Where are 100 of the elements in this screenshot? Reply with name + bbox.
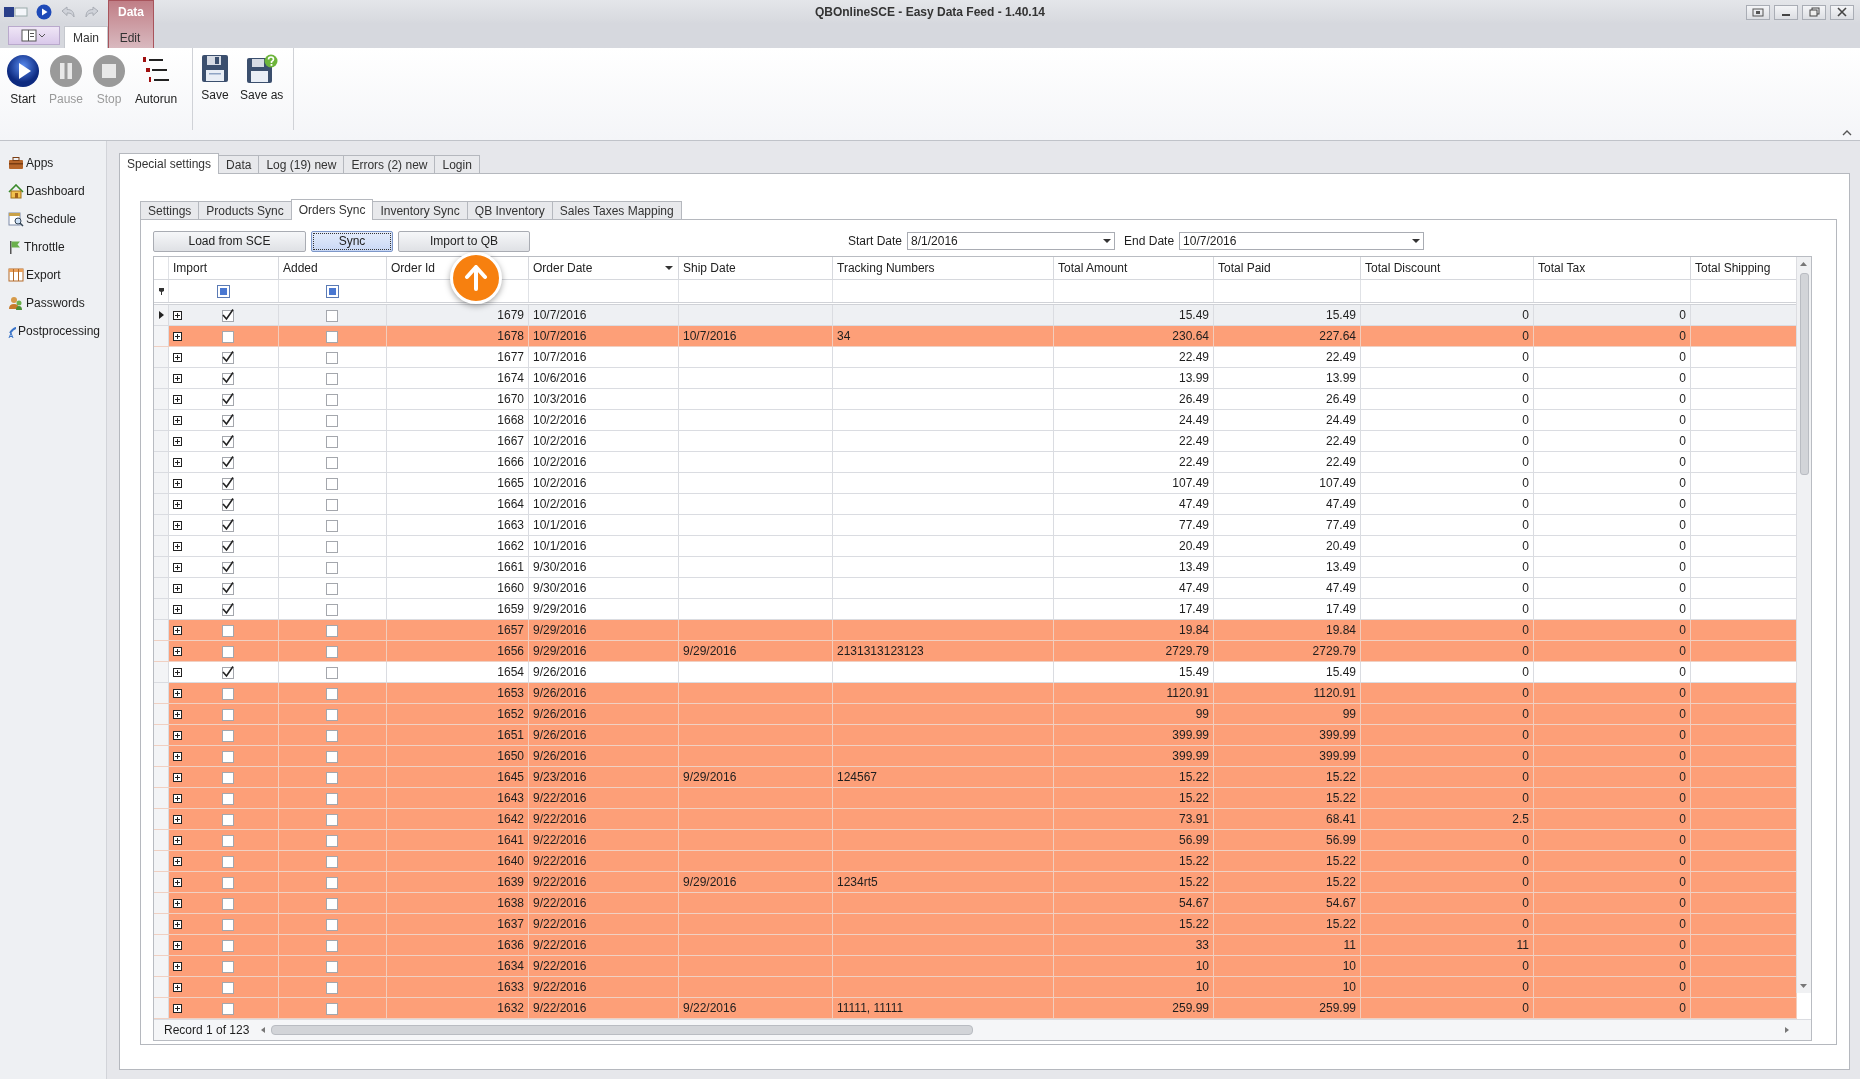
checkbox[interactable]	[325, 580, 340, 596]
expand-icon[interactable]	[173, 562, 182, 572]
checkbox[interactable]	[221, 622, 236, 638]
column-header[interactable]: Order Date	[529, 257, 679, 279]
tab[interactable]: Login	[434, 155, 480, 173]
expand-icon[interactable]	[173, 520, 182, 530]
expand-icon[interactable]	[173, 856, 182, 866]
column-header[interactable]: Total Paid	[1214, 257, 1361, 279]
collapse-ribbon-icon[interactable]	[1842, 129, 1852, 136]
table-row[interactable]: 1645 9/23/2016 9/29/2016 124567 15.22 15.22 0 0	[154, 767, 1797, 788]
checkbox[interactable]	[325, 664, 340, 680]
expand-icon[interactable]	[173, 436, 182, 446]
expand-icon[interactable]	[173, 415, 182, 425]
toolbar-button[interactable]: Sync	[311, 230, 393, 252]
checkbox[interactable]	[325, 832, 340, 848]
table-row[interactable]: 1665 10/2/2016 107.49 107.49 0 0	[154, 473, 1797, 494]
ribbon-button[interactable]: Start	[4, 52, 42, 130]
checkbox[interactable]	[221, 517, 236, 533]
tab[interactable]: QB Inventory	[466, 201, 553, 219]
checkbox[interactable]	[221, 412, 236, 428]
table-row[interactable]: 1660 9/30/2016 47.49 47.49 0 0	[154, 578, 1797, 599]
expand-icon[interactable]	[173, 1003, 182, 1013]
table-row[interactable]: 1633 9/22/2016 10 10 0 0	[154, 977, 1797, 998]
checkbox[interactable]	[221, 391, 236, 407]
checkbox[interactable]	[221, 1000, 236, 1016]
sidebar-item[interactable]: Schedule	[0, 205, 106, 233]
column-header[interactable]: Total Amount	[1054, 257, 1214, 279]
tab[interactable]: Log (19) new	[258, 155, 345, 173]
checkbox[interactable]	[325, 391, 340, 407]
checkbox[interactable]	[325, 706, 340, 722]
tab[interactable]: Errors (2) new	[343, 155, 436, 173]
checkbox[interactable]	[221, 790, 236, 806]
checkbox[interactable]	[325, 412, 340, 428]
table-row[interactable]: 1657 9/29/2016 19.84 19.84 0 0	[154, 620, 1797, 641]
checkbox[interactable]	[325, 349, 340, 365]
expand-icon[interactable]	[173, 772, 182, 782]
checkbox[interactable]	[325, 958, 340, 974]
checkbox[interactable]	[325, 727, 340, 743]
expand-icon[interactable]	[173, 457, 182, 467]
expand-icon[interactable]	[173, 646, 182, 656]
table-row[interactable]: 1652 9/26/2016 99 99 0 0	[154, 704, 1797, 725]
checkbox[interactable]	[325, 601, 340, 617]
expand-icon[interactable]	[173, 688, 182, 698]
table-row[interactable]: 1650 9/26/2016 399.99 399.99 0 0	[154, 746, 1797, 767]
redo-icon[interactable]	[84, 5, 100, 19]
checkbox[interactable]	[325, 853, 340, 869]
checkbox[interactable]	[221, 370, 236, 386]
play-icon[interactable]	[36, 4, 52, 20]
tab[interactable]: Settings	[140, 201, 200, 219]
expand-icon[interactable]	[173, 814, 182, 824]
scroll-up-icon[interactable]	[1797, 259, 1810, 269]
checkbox[interactable]	[325, 685, 340, 701]
checkbox[interactable]	[221, 538, 236, 554]
date-field[interactable]: 8/1/2016	[907, 232, 1116, 250]
expand-icon[interactable]	[173, 625, 182, 635]
ribbon-button[interactable]: Autorun	[133, 52, 180, 130]
screenshot-button[interactable]	[1746, 4, 1770, 20]
expand-icon[interactable]	[173, 352, 182, 362]
expand-icon[interactable]	[173, 940, 182, 950]
checkbox[interactable]	[325, 748, 340, 764]
scrollbar-thumb[interactable]	[1800, 273, 1809, 475]
checkbox[interactable]	[221, 979, 236, 995]
table-row[interactable]: 1670 10/3/2016 26.49 26.49 0 0	[154, 389, 1797, 410]
tab[interactable]: Products Sync	[198, 201, 292, 219]
expand-icon[interactable]	[173, 310, 182, 320]
checkbox[interactable]	[221, 895, 236, 911]
table-row[interactable]: 1641 9/22/2016 56.99 56.99 0 0	[154, 830, 1797, 851]
checkbox[interactable]	[221, 769, 236, 785]
sidebar-item[interactable]: Passwords	[0, 289, 106, 317]
checkbox[interactable]	[221, 664, 236, 680]
checkbox[interactable]	[325, 769, 340, 785]
expand-icon[interactable]	[173, 730, 182, 740]
sidebar-item[interactable]: Postprocessing	[0, 317, 106, 345]
expand-icon[interactable]	[173, 583, 182, 593]
table-row[interactable]: 1636 9/22/2016 33 11 11 0	[154, 935, 1797, 956]
checkbox[interactable]	[221, 748, 236, 764]
restore-button[interactable]	[1802, 4, 1826, 20]
checkbox[interactable]	[325, 937, 340, 953]
dropdown-icon[interactable]	[664, 265, 674, 271]
vertical-scrollbar[interactable]	[1796, 257, 1811, 993]
table-row[interactable]: 1640 9/22/2016 15.22 15.22 0 0	[154, 851, 1797, 872]
expand-icon[interactable]	[173, 394, 182, 404]
checkbox[interactable]	[221, 706, 236, 722]
sidebar-item[interactable]: Apps	[0, 149, 106, 177]
minimize-button[interactable]	[1774, 4, 1798, 20]
sidebar-item[interactable]: Throttle	[0, 233, 106, 261]
expand-icon[interactable]	[173, 919, 182, 929]
checkbox[interactable]	[221, 958, 236, 974]
tab[interactable]: Orders Sync	[290, 199, 374, 220]
expand-icon[interactable]	[173, 331, 182, 341]
ribbon-tab[interactable]: Main	[64, 26, 108, 48]
checkbox[interactable]	[221, 643, 236, 659]
expand-icon[interactable]	[173, 667, 182, 677]
tab[interactable]: Inventory Sync	[372, 201, 468, 219]
checkbox[interactable]	[221, 937, 236, 953]
checkbox[interactable]	[325, 874, 340, 890]
app-icon[interactable]	[4, 5, 28, 19]
checkbox[interactable]	[325, 433, 340, 449]
checkbox[interactable]	[325, 559, 340, 575]
ribbon-tab[interactable]: Edit	[108, 26, 152, 48]
